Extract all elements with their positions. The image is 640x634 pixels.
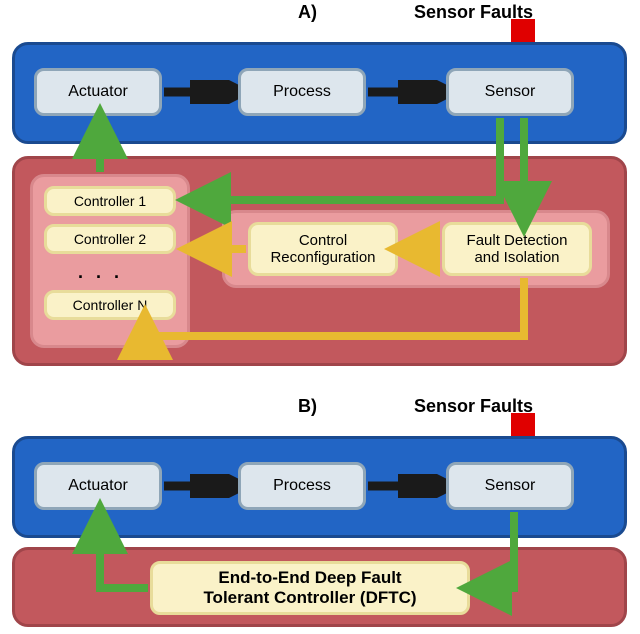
green-arrows-b: [0, 0, 640, 634]
